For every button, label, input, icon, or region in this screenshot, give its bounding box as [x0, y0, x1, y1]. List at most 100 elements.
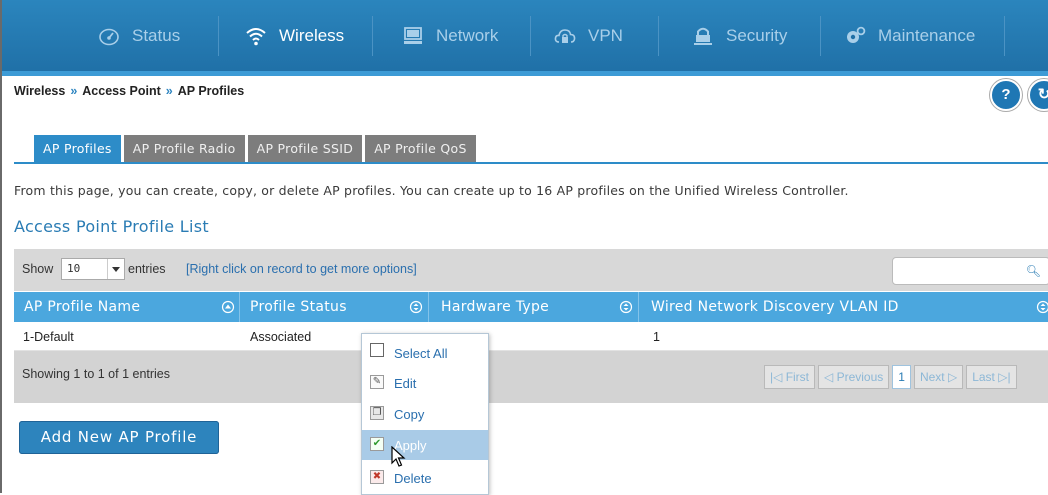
lock-icon [692, 25, 714, 47]
add-new-ap-profile-button[interactable]: Add New AP Profile [19, 421, 219, 454]
nav-label-maintenance: Maintenance [878, 26, 975, 46]
context-menu: Select All ✎ Edit ❐ Copy ✔ Apply ✖ Delet… [361, 333, 489, 495]
menu-item-select-all[interactable]: Select All [362, 336, 488, 366]
top-nav: Status Wireless Network VPN [2, 0, 1048, 76]
breadcrumb-separator: » [70, 84, 77, 98]
gauge-icon [98, 25, 120, 47]
column-header-ap-profile-name[interactable]: AP Profile Name [24, 292, 140, 322]
nav-label-vpn: VPN [588, 26, 623, 46]
nav-label-status: Status [132, 26, 180, 46]
column-divider [239, 292, 240, 322]
tab-ap-profile-qos[interactable]: AP Profile QoS [365, 135, 476, 162]
column-header-label: AP Profile Name [24, 299, 140, 315]
cloud-lock-icon [554, 25, 576, 47]
page-description: From this page, you can create, copy, or… [14, 183, 849, 198]
column-divider [428, 292, 429, 322]
tab-ap-profile-radio[interactable]: AP Profile Radio [124, 135, 245, 162]
column-header-vlan-id[interactable]: Wired Network Discovery VLAN ID [651, 292, 899, 322]
nav-divider [658, 16, 659, 56]
last-label: Last [972, 370, 995, 384]
menu-label: Copy [394, 407, 424, 422]
entries-info: Showing 1 to 1 of 1 entries [22, 367, 170, 381]
sort-up-icon [221, 292, 235, 322]
page-size-select[interactable]: 10 [61, 258, 125, 280]
nav-item-security[interactable]: Security [692, 0, 787, 71]
help-button[interactable]: ? [990, 79, 1022, 111]
previous-label: Previous [837, 370, 884, 384]
show-label: Show [22, 262, 53, 276]
nav-divider [1004, 16, 1005, 56]
nav-item-wireless[interactable]: Wireless [245, 0, 344, 71]
wifi-icon [245, 25, 267, 47]
copy-icon: ❐ [370, 406, 384, 420]
nav-item-status[interactable]: Status [98, 0, 180, 71]
last-page-button[interactable]: Last ▷| [966, 365, 1016, 389]
sort-both-icon[interactable] [619, 292, 633, 322]
nav-item-vpn[interactable]: VPN [554, 0, 623, 71]
tab-bar: AP Profiles AP Profile Radio AP Profile … [34, 135, 476, 162]
first-label: First [786, 370, 809, 384]
menu-label: Edit [394, 376, 416, 391]
page-size-value: 10 [67, 262, 80, 275]
entries-label: entries [128, 262, 166, 276]
table-header: AP Profile Name Profile Status Hardware … [14, 292, 1048, 322]
pagination: |◁ First ◁ Previous 1 Next ▷ Last ▷| [764, 365, 1017, 389]
menu-item-apply[interactable]: ✔ Apply [362, 430, 488, 460]
menu-item-edit[interactable]: ✎ Edit [362, 368, 488, 398]
cell-ap-profile-name: 1-Default [23, 330, 74, 344]
tab-underline [14, 162, 1048, 164]
search-icon[interactable]: 🔍︎ [1026, 264, 1041, 278]
breadcrumb-separator: » [166, 84, 173, 98]
breadcrumb-item[interactable]: Wireless [14, 84, 65, 98]
breadcrumb: Wireless » Access Point » AP Profiles [14, 84, 244, 98]
nav-label-wireless: Wireless [279, 26, 344, 46]
column-header-label: Hardware Type [441, 299, 549, 315]
gears-icon [844, 25, 866, 47]
table-toolbar: Show 10 entries [Right click on record t… [14, 249, 1048, 291]
menu-label: Delete [394, 471, 432, 486]
cell-profile-status: Associated [250, 330, 311, 344]
chevron-down-icon[interactable] [107, 259, 124, 279]
search-input[interactable]: 🔍︎ [892, 257, 1048, 285]
checkbox-icon [370, 343, 384, 357]
right-click-hint: [Right click on record to get more optio… [186, 262, 417, 276]
current-page-button[interactable]: 1 [892, 365, 911, 389]
tab-ap-profile-ssid[interactable]: AP Profile SSID [248, 135, 363, 162]
sort-up-icon[interactable] [221, 292, 235, 322]
table-row[interactable]: 1-Default Associated 1 [14, 323, 1048, 351]
nav-strip [2, 71, 1048, 76]
menu-item-delete[interactable]: ✖ Delete [362, 463, 488, 493]
first-page-button[interactable]: |◁ First [764, 365, 815, 389]
column-header-label: Wired Network Discovery VLAN ID [651, 299, 899, 315]
nav-item-network[interactable]: Network [402, 0, 498, 71]
previous-page-button[interactable]: ◁ Previous [818, 365, 889, 389]
next-label: Next [920, 370, 945, 384]
nav-label-network: Network [436, 26, 498, 46]
monitor-icon [402, 25, 424, 47]
nav-divider [530, 16, 531, 56]
breadcrumb-item[interactable]: Access Point [82, 84, 161, 98]
next-page-button[interactable]: Next ▷ [914, 365, 963, 389]
table-footer: Showing 1 to 1 of 1 entries |◁ First ◁ P… [14, 351, 1048, 403]
section-title: Access Point Profile List [14, 217, 209, 236]
breadcrumb-item: AP Profiles [178, 84, 244, 98]
check-icon: ✔ [370, 437, 384, 451]
sort-both-icon [1036, 292, 1048, 322]
column-header-hardware-type[interactable]: Hardware Type [441, 292, 549, 322]
menu-item-copy[interactable]: ❐ Copy [362, 399, 488, 429]
mouse-cursor-icon [391, 446, 407, 468]
delete-x-icon: ✖ [370, 470, 384, 484]
tab-ap-profiles[interactable]: AP Profiles [34, 135, 121, 162]
column-header-profile-status[interactable]: Profile Status [250, 292, 347, 322]
sort-both-icon [619, 292, 633, 322]
sort-both-icon[interactable] [1036, 292, 1048, 322]
column-header-label: Profile Status [250, 299, 347, 315]
menu-label: Select All [394, 346, 447, 361]
nav-item-maintenance[interactable]: Maintenance [844, 0, 975, 71]
sort-both-icon [409, 292, 423, 322]
nav-divider [372, 16, 373, 56]
nav-divider [820, 16, 821, 56]
sort-both-icon[interactable] [409, 292, 423, 322]
pencil-icon: ✎ [370, 375, 384, 389]
cell-vlan-id: 1 [653, 330, 660, 344]
